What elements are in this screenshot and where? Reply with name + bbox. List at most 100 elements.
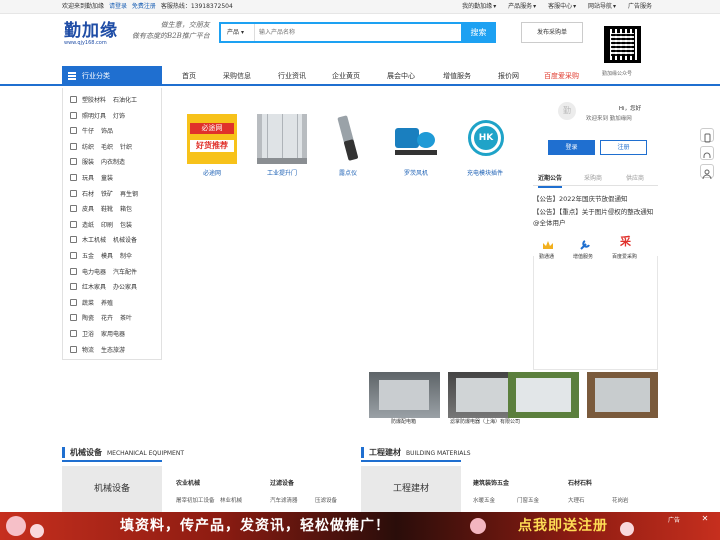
top-link-sitemap[interactable]: 网站导航 (588, 3, 612, 10)
sidebar-category-link[interactable]: 皮具 (82, 206, 94, 213)
subcategory-item[interactable]: 水暖五金 (473, 496, 495, 504)
sidebar-category-link[interactable]: 电力电器 (82, 269, 106, 276)
sidebar-category-link[interactable]: 物流 (82, 347, 94, 354)
nav-industry-news[interactable]: 行业资讯 (278, 66, 306, 86)
sidebar-category-link[interactable]: 铁矿 (101, 191, 113, 198)
ad-thumbnail[interactable] (508, 372, 579, 418)
product-caption[interactable]: 工业提升门 (252, 168, 312, 177)
sidebar-category-link[interactable]: 花卉 (101, 315, 113, 322)
sidebar-category-link[interactable]: 蔬菜 (82, 300, 94, 307)
product-caption[interactable]: 露点仪 (318, 168, 378, 177)
phone-icon[interactable] (700, 128, 714, 143)
ad-thumbnail[interactable] (587, 372, 658, 418)
subcategory-item[interactable]: 花岗岩 (612, 496, 629, 504)
subcategory-item[interactable]: 大理石 (568, 496, 585, 504)
sidebar-category-link[interactable]: 内衣制造 (101, 159, 125, 166)
nav-company-directory[interactable]: 企业黄页 (332, 66, 360, 86)
product-caption[interactable]: 必途网 (182, 168, 242, 177)
sidebar-category-link[interactable]: 模具 (101, 253, 113, 260)
sidebar-category-link[interactable]: 造纸 (82, 222, 94, 229)
sidebar-category-link[interactable]: 饰品 (101, 128, 113, 135)
sidebar-category-link[interactable]: 红木家具 (82, 284, 106, 291)
subcategory-title[interactable]: 过滤设备 (270, 478, 294, 487)
sidebar-category-link[interactable]: 石材 (82, 191, 94, 198)
product-card[interactable]: HK 充电模块插件 (455, 114, 515, 177)
nav-exhibition[interactable]: 展会中心 (387, 66, 415, 86)
sidebar-category-link[interactable]: 汽车配件 (113, 269, 137, 276)
user-icon[interactable] (700, 164, 714, 180)
sidebar-category-link[interactable]: 办公家具 (113, 284, 137, 291)
login-link[interactable]: 请登录 (109, 3, 127, 10)
sidebar-category-link[interactable]: 牛仔 (82, 128, 94, 135)
sidebar-category-link[interactable]: 照明灯具 (82, 113, 106, 120)
sidebar-category-link[interactable]: 灯饰 (113, 113, 125, 120)
ad-caption[interactable]: 防爆配电箱 (391, 418, 416, 425)
product-card[interactable]: 必途网 好货推荐 必途网 (182, 114, 242, 177)
register-link[interactable]: 免费注册 (132, 3, 156, 10)
subcategory-title[interactable]: 建筑装饰五金 (473, 478, 509, 487)
sidebar-category-link[interactable]: 服装 (82, 159, 94, 166)
promo-banner[interactable]: 填资料，传产品，发资讯，轻松做推广！ 点我即送注册 广告 ✕ (0, 512, 720, 540)
notice-item[interactable]: 【公告】2022年国庆节放假通知 (533, 194, 659, 205)
sidebar-category-link[interactable]: 印刷 (101, 222, 113, 229)
sidebar-category-link[interactable]: 纺织 (82, 144, 94, 151)
login-button[interactable]: 登录 (548, 140, 595, 155)
post-purchase-button[interactable]: 发布采购单 (521, 22, 583, 43)
close-icon[interactable]: ✕ (700, 514, 710, 524)
sidebar-category-link[interactable]: 石油化工 (113, 97, 137, 104)
tab-recent-notices[interactable]: 近期公告 (538, 172, 563, 188)
sidebar-category-link[interactable]: 制伞 (120, 253, 132, 260)
subcategory-item[interactable]: 汽车滤清器 (270, 496, 298, 504)
tab-buyers[interactable]: 采购商 (584, 172, 602, 186)
sidebar-category-link[interactable]: 毛织 (101, 144, 113, 151)
notice-item[interactable]: 【公告】【重点】关于图片侵权的整改通知@全体用户 (533, 207, 659, 229)
search-button[interactable]: 搜索 (461, 22, 496, 43)
sidebar-category-link[interactable]: 茶叶 (120, 315, 132, 322)
sidebar-category-link[interactable]: 玩具 (82, 175, 94, 182)
product-caption[interactable]: 罗茨风机 (386, 168, 446, 177)
sidebar-category-link[interactable]: 童装 (101, 175, 113, 182)
sidebar-category-link[interactable]: 机械设备 (113, 237, 137, 244)
sidebar-category-link[interactable]: 养殖 (101, 300, 113, 307)
sidebar-category-link[interactable]: 家用电器 (101, 331, 125, 338)
section-category-box[interactable]: 工程建材 (361, 466, 461, 516)
search-input[interactable] (259, 26, 459, 39)
nav-quotes[interactable]: 报价网 (498, 66, 519, 86)
subcategory-item[interactable]: 屠宰初加工设备 (176, 496, 215, 504)
sidebar-category-link[interactable]: 生态旅游 (101, 347, 125, 354)
banner-cta[interactable]: 点我即送注册 (518, 515, 608, 535)
product-card[interactable]: 露点仪 (318, 114, 378, 177)
sidebar-category-link[interactable]: 五金 (82, 253, 94, 260)
subcategory-item[interactable]: 压滤设备 (315, 496, 337, 504)
nav-value-added[interactable]: 增值服务 (443, 66, 471, 86)
sidebar-category-link[interactable]: 塑胶材料 (82, 97, 106, 104)
product-caption[interactable]: 充电模块插件 (455, 168, 515, 177)
subcategory-item[interactable]: 林业机械 (220, 496, 242, 504)
top-link-my-account[interactable]: 我的勤加缘 (462, 3, 492, 10)
headset-icon[interactable] (700, 146, 714, 160)
sidebar-category-link[interactable]: 针织 (120, 144, 132, 151)
sidebar-category-link[interactable]: 包装 (120, 222, 132, 229)
sidebar-category-link[interactable]: 再生钢 (120, 191, 138, 198)
nav-baidu-purchase[interactable]: 百度爱采购 (544, 66, 579, 86)
section-category-box[interactable]: 机械设备 (62, 466, 162, 516)
nav-purchase-info[interactable]: 采购信息 (223, 66, 251, 86)
crown-icon[interactable] (542, 236, 554, 249)
search-category-select[interactable]: 产品 ▾ (221, 24, 255, 41)
wrench-icon[interactable] (579, 236, 591, 250)
sidebar-category-link[interactable]: 陶瓷 (82, 315, 94, 322)
baidu-icon[interactable]: 采 (620, 236, 632, 248)
subcategory-title[interactable]: 石材石料 (568, 478, 592, 487)
sidebar-category-link[interactable]: 箱包 (120, 206, 132, 213)
product-card[interactable]: 罗茨风机 (386, 114, 446, 177)
sidebar-category-link[interactable]: 鞋靴 (101, 206, 113, 213)
ad-caption[interactable]: 滤掌防爆电器（上海）有限公司 (450, 418, 520, 425)
top-link-ads[interactable]: 广告服务 (628, 3, 652, 10)
subcategory-title[interactable]: 农业机械 (176, 478, 200, 487)
subcategory-item[interactable]: 门窗五金 (517, 496, 539, 504)
top-link-service[interactable]: 客服中心 (548, 3, 572, 10)
product-card[interactable]: 工业提升门 (252, 114, 312, 177)
site-logo[interactable]: 勤加缘 www.qjy168.com (64, 16, 118, 46)
sidebar-category-link[interactable]: 木工机械 (82, 237, 106, 244)
sidebar-category-link[interactable]: 卫浴 (82, 331, 94, 338)
